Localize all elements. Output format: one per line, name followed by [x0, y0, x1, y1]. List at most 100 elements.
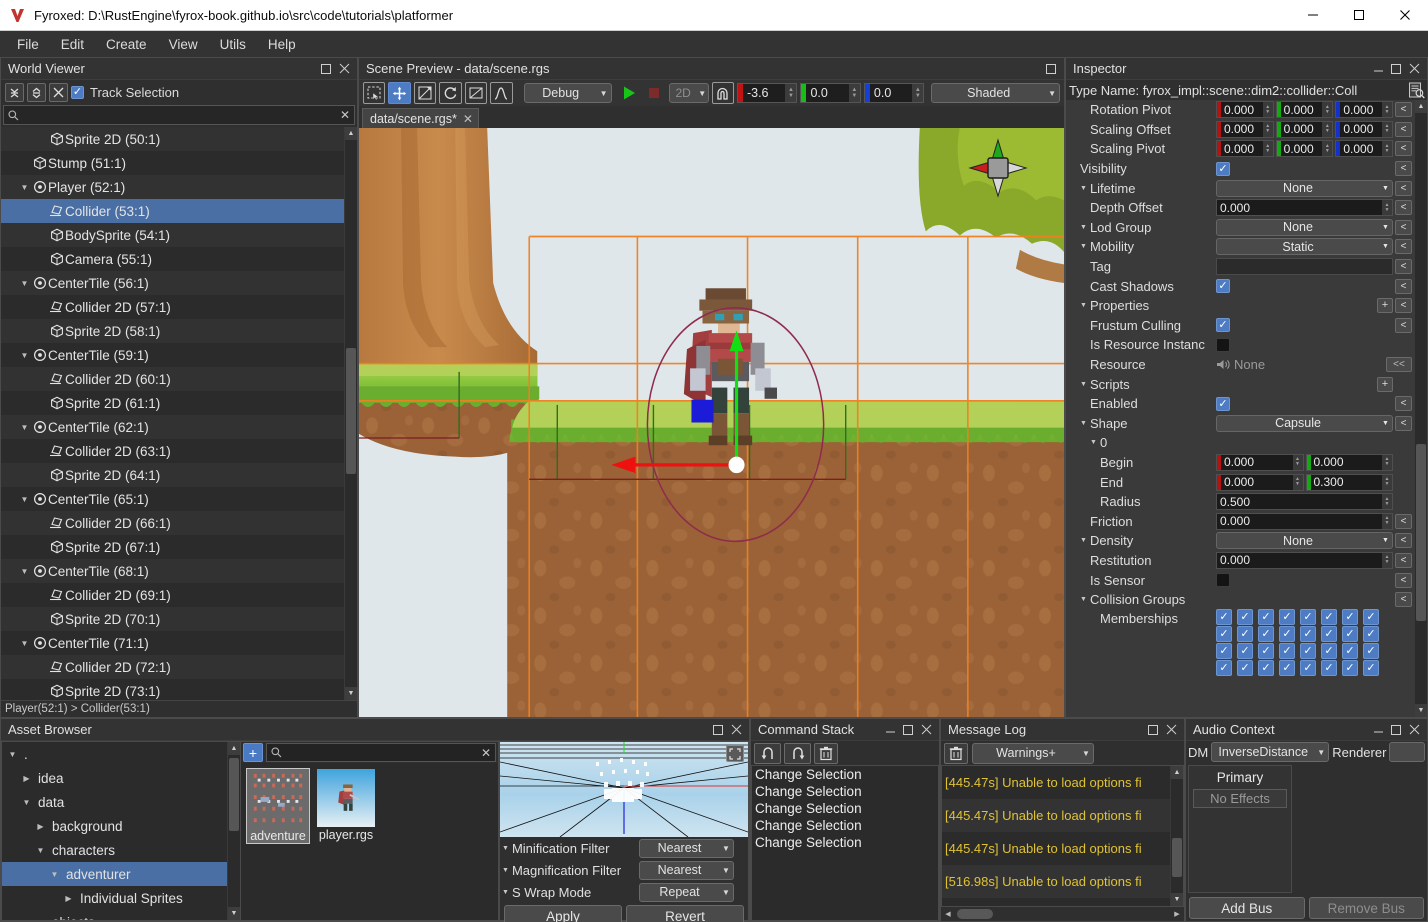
collision-group-checkbox[interactable]: ✓ [1363, 626, 1379, 643]
scene-tab-active[interactable]: data/scene.rgs* ✕ [362, 108, 479, 128]
world-tree-item[interactable]: Collider 2D (72:1) [1, 655, 344, 679]
locate-selection-icon[interactable] [49, 82, 68, 102]
window-close-button[interactable] [1382, 0, 1428, 31]
add-bus-button[interactable]: Add Bus [1189, 897, 1305, 919]
world-viewer-search-input[interactable] [23, 108, 336, 122]
inspector-scroll-down-icon[interactable]: ▼ [1415, 704, 1427, 717]
world-tree-item[interactable]: ▼ CenterTile (71:1) [1, 631, 344, 655]
world-tree-item[interactable]: BodySprite (54:1) [1, 223, 344, 247]
inspector-dropdown[interactable]: Static ▼ [1216, 238, 1393, 256]
fold-triangle-icon[interactable]: ▼ [1080, 243, 1087, 250]
inspector-dropdown[interactable]: None ▼ [1216, 218, 1393, 236]
asset-search-clear-icon[interactable]: ✕ [481, 746, 491, 760]
inspector-checkbox[interactable]: ✓ [1216, 396, 1230, 411]
world-tree-item[interactable]: Stump (51:1) [1, 151, 344, 175]
menu-create[interactable]: Create [95, 34, 158, 55]
inspector-revert-button[interactable]: < [1395, 102, 1412, 118]
inspector-revert-button[interactable]: < [1395, 259, 1412, 275]
ml-scroll-up-icon[interactable]: ▲ [1171, 766, 1183, 779]
asset-folder-item[interactable]: ▼ adventurer [2, 862, 227, 886]
transform-y-field[interactable]: 0.0 ▲ ▼ [800, 83, 861, 103]
number-spinner[interactable]: ▲ ▼ [1382, 474, 1392, 490]
menu-utils[interactable]: Utils [209, 34, 257, 55]
ml-scroll-track[interactable] [1171, 779, 1183, 893]
asset-folder-item[interactable]: ▼ data [2, 790, 227, 814]
world-viewer-scrollbar[interactable]: ▲ ▼ [344, 127, 357, 700]
texture-property-dropdown[interactable]: Nearest ▼ [639, 860, 734, 880]
transform-z-field[interactable]: 0.0 ▲ ▼ [863, 83, 925, 103]
world-tree-item[interactable]: ▼ CenterTile (65:1) [1, 487, 344, 511]
collision-group-checkbox[interactable]: ✓ [1216, 643, 1232, 660]
world-viewer-maximize-button[interactable] [317, 60, 335, 78]
folder-expander-icon[interactable]: ▶ [34, 918, 47, 921]
ml-hscroll-thumb[interactable] [957, 909, 993, 919]
inspector-number-field[interactable]: 0.000 ▲ ▼ [1216, 551, 1393, 569]
inspector-text-field[interactable] [1216, 258, 1393, 276]
tree-expander-icon[interactable]: ▼ [18, 423, 31, 432]
world-tree-item[interactable]: Collider (53:1) [1, 199, 344, 223]
inspector-revert-button[interactable]: < [1395, 298, 1412, 314]
audio-context-maximize-button[interactable] [1387, 721, 1405, 739]
command-stack-item[interactable]: Change Selection [752, 835, 938, 852]
command-stack-item[interactable]: Change Selection [752, 801, 938, 818]
transform-x-spinner[interactable]: ▲ ▼ [785, 84, 797, 102]
command-stack-item[interactable]: Change Selection [752, 784, 938, 801]
command-stack-item[interactable]: Change Selection [752, 818, 938, 835]
command-stack-close-button[interactable] [917, 721, 935, 739]
fold-triangle-icon[interactable]: ▼ [502, 845, 509, 852]
number-spinner[interactable]: ▲ ▼ [1322, 102, 1333, 118]
redo-icon[interactable] [784, 743, 811, 764]
apply-button[interactable]: Apply [504, 905, 622, 922]
expand-all-icon[interactable] [27, 82, 46, 102]
inspector-revert-button[interactable]: < [1395, 513, 1412, 529]
fold-triangle-icon[interactable]: ▼ [1080, 185, 1087, 192]
collision-group-checkbox[interactable]: ✓ [1216, 660, 1232, 677]
world-tree-item[interactable]: ▼ CenterTile (59:1) [1, 343, 344, 367]
world-tree-item[interactable]: Collider 2D (69:1) [1, 583, 344, 607]
message-log-filter-dropdown[interactable]: Warnings+ ▼ [972, 742, 1094, 764]
asset-scroll-up-icon[interactable]: ▲ [228, 742, 240, 755]
ml-hscroll-right-icon[interactable]: ▶ [1170, 910, 1184, 918]
window-minimize-button[interactable] [1290, 0, 1336, 31]
stop-button[interactable] [643, 82, 665, 104]
number-spinner[interactable]: ▲ ▼ [1382, 454, 1392, 470]
inspector-add-button[interactable]: + [1377, 298, 1393, 314]
world-tree-item[interactable]: Sprite 2D (61:1) [1, 391, 344, 415]
inspector-revert-button[interactable]: < [1395, 552, 1412, 568]
number-spinner[interactable]: ▲ ▼ [1382, 513, 1392, 529]
inspector-revert-button[interactable]: < [1395, 278, 1412, 294]
inspector-checkbox[interactable]: ✓ [1216, 318, 1230, 333]
fold-triangle-icon[interactable]: ▼ [1080, 302, 1087, 309]
clear-icon[interactable] [814, 743, 838, 764]
collision-group-checkbox[interactable]: ✓ [1321, 643, 1337, 660]
inspector-number-field[interactable]: 0.300 ▲ ▼ [1305, 473, 1393, 491]
audio-context-minimize-button[interactable] [1369, 721, 1387, 739]
inspector-revert-button[interactable]: < [1395, 533, 1412, 549]
collision-group-checkbox[interactable]: ✓ [1237, 626, 1253, 643]
menu-file[interactable]: File [6, 34, 50, 55]
message-log-item[interactable]: [445.47s] Unable to load options fi [942, 799, 1170, 832]
revert-button[interactable]: Revert [626, 905, 744, 922]
command-stack-item[interactable]: Change Selection [752, 767, 938, 784]
inspector-number-field[interactable]: 0.000 ▲ ▼ [1275, 120, 1334, 138]
inspector-dropdown[interactable]: None ▼ [1216, 532, 1393, 550]
command-stack-maximize-button[interactable] [899, 721, 917, 739]
menu-help[interactable]: Help [257, 34, 307, 55]
tree-expander-icon[interactable]: ▼ [18, 279, 31, 288]
texture-property-dropdown[interactable]: Nearest ▼ [639, 838, 734, 858]
asset-folder-item[interactable]: ▶ objects [2, 910, 227, 921]
collision-group-checkbox[interactable]: ✓ [1342, 660, 1358, 677]
collision-group-checkbox[interactable]: ✓ [1363, 660, 1379, 677]
fold-triangle-icon[interactable]: ▼ [1080, 224, 1087, 231]
play-button[interactable] [618, 82, 640, 104]
collision-group-checkbox[interactable]: ✓ [1258, 626, 1274, 643]
inspector-revert-button[interactable]: < [1395, 572, 1412, 588]
world-tree-item[interactable]: ▼ CenterTile (56:1) [1, 271, 344, 295]
asset-browser-maximize-button[interactable] [709, 721, 727, 739]
inspector-number-field[interactable]: 0.000 ▲ ▼ [1335, 140, 1394, 158]
number-spinner[interactable]: ▲ ▼ [1262, 121, 1273, 137]
asset-search-box[interactable]: ✕ [266, 743, 496, 762]
inspector-scrollbar[interactable]: ▲ ▼ [1414, 100, 1427, 717]
inspector-number-field[interactable]: 0.500 ▲ ▼ [1216, 493, 1393, 511]
fold-triangle-icon[interactable]: ▼ [1080, 537, 1087, 544]
